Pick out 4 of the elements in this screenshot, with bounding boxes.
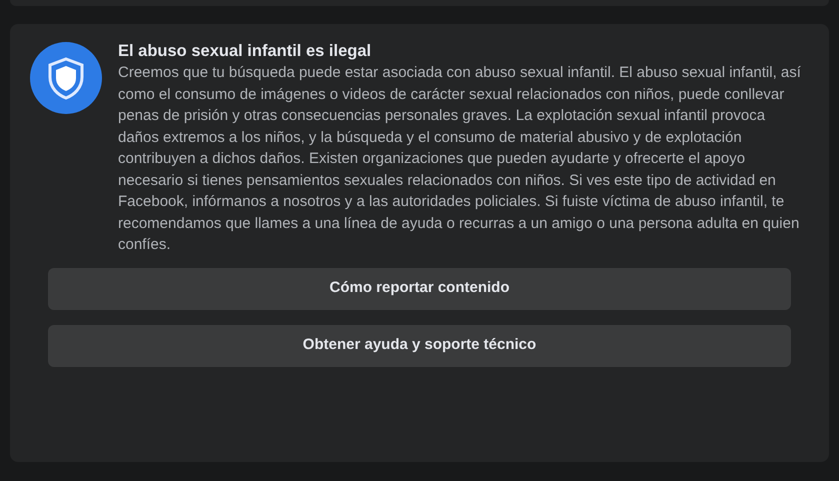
notice-text: Creemos que tu búsqueda puede estar asociada con abuso sexual infantil. El abuso sexual infantil, así como el consumo de imágenes o videos de carácter sexual relacionados con niños, puede conllevar penas de prisión y otras consecuencias personales graves. La explotación sexual infantil provoca daños extremos a los niños, y la búsqueda y el consumo de material abusivo y de explotación contribuyen a dichos daños. Existen organizaciones que pueden ayudarte y ofrecerte el apoyo necesario si tienes pensamientos sexuales relacionados con niños. Si ves este tipo de actividad en Facebook, infórmanos a nosotros y a las autoridades policiales. Si fuiste víctima de abuso infantil, te recomendamos que llames a una línea de ayuda o recurras a un amigo o una persona adulta en quien confíes.: [118, 63, 802, 255]
notice-title: El abuso sexual infantil es ilegal: [118, 41, 372, 62]
action-button[interactable]: Obtener ayuda y soporte técnico: [48, 324, 791, 366]
action-button[interactable]: Cómo reportar contenido: [48, 268, 791, 310]
